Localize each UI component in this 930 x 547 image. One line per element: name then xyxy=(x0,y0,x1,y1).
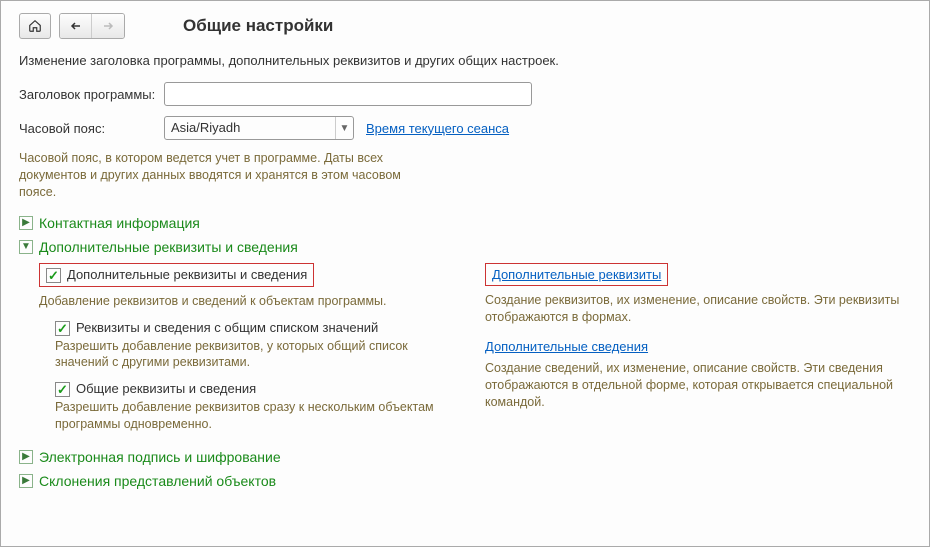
back-button[interactable] xyxy=(60,14,92,38)
chevron-down-icon[interactable]: ▼ xyxy=(335,117,353,139)
extra-left-col: Дополнительные реквизиты и сведения Доба… xyxy=(19,263,445,443)
checkbox-main-label: Дополнительные реквизиты и сведения xyxy=(67,267,307,282)
expand-icon: ▶ xyxy=(19,450,33,464)
expand-icon: ▶ xyxy=(19,474,33,488)
extra-info-hint: Создание сведений, их изменение, описани… xyxy=(485,360,905,411)
timezone-row: Часовой пояс: Asia/Riyadh ▼ Время текуще… xyxy=(19,116,911,140)
extra-info-link[interactable]: Дополнительные сведения xyxy=(485,339,648,354)
checkbox-shared[interactable] xyxy=(55,321,70,336)
checkbox-main[interactable] xyxy=(46,268,61,283)
app-title-label: Заголовок программы: xyxy=(19,87,164,102)
forward-button[interactable] xyxy=(92,14,124,38)
timezone-hint: Часовой пояс, в котором ведется учет в п… xyxy=(19,150,419,201)
section-declension[interactable]: ▶ Склонения представлений объектов xyxy=(19,473,911,489)
arrow-right-icon xyxy=(101,20,115,32)
section-extra-title: Дополнительные реквизиты и сведения xyxy=(39,239,298,255)
checkbox-shared-label: Реквизиты и сведения с общим списком зна… xyxy=(76,320,378,335)
home-icon xyxy=(28,19,42,33)
section-esign[interactable]: ▶ Электронная подпись и шифрование xyxy=(19,449,911,465)
extra-props-link[interactable]: Дополнительные реквизиты xyxy=(492,267,661,282)
expand-icon: ▶ xyxy=(19,216,33,230)
nav-group xyxy=(59,13,125,39)
checkbox-main-hint: Добавление реквизитов и сведений к объек… xyxy=(39,293,445,310)
extra-right-col: Дополнительные реквизиты Создание реквиз… xyxy=(485,263,911,443)
extra-content: Дополнительные реквизиты и сведения Доба… xyxy=(19,263,911,443)
collapse-icon: ▼ xyxy=(19,240,33,254)
toolbar: Общие настройки xyxy=(19,13,911,39)
arrow-left-icon xyxy=(69,20,83,32)
page-description: Изменение заголовка программы, дополните… xyxy=(19,53,911,68)
highlight-main-checkbox: Дополнительные реквизиты и сведения xyxy=(39,263,314,287)
section-contact[interactable]: ▶ Контактная информация xyxy=(19,215,911,231)
home-button[interactable] xyxy=(19,13,51,39)
checkbox-common[interactable] xyxy=(55,382,70,397)
section-extra[interactable]: ▼ Дополнительные реквизиты и сведения xyxy=(19,239,911,255)
extra-props-hint: Создание реквизитов, их изменение, описа… xyxy=(485,292,905,326)
checkbox-common-label: Общие реквизиты и сведения xyxy=(76,381,256,396)
highlight-props-link: Дополнительные реквизиты xyxy=(485,263,668,286)
timezone-value: Asia/Riyadh xyxy=(165,117,335,139)
section-esign-title: Электронная подпись и шифрование xyxy=(39,449,281,465)
checkbox-shared-hint: Разрешить добавление реквизитов, у котор… xyxy=(55,338,435,372)
timezone-label: Часовой пояс: xyxy=(19,121,164,136)
page-title: Общие настройки xyxy=(183,16,333,36)
section-declension-title: Склонения представлений объектов xyxy=(39,473,276,489)
app-title-input[interactable] xyxy=(164,82,532,106)
timezone-select[interactable]: Asia/Riyadh ▼ xyxy=(164,116,354,140)
session-time-link[interactable]: Время текущего сеанса xyxy=(366,121,509,136)
app-title-row: Заголовок программы: xyxy=(19,82,911,106)
section-contact-title: Контактная информация xyxy=(39,215,200,231)
checkbox-common-hint: Разрешить добавление реквизитов сразу к … xyxy=(55,399,435,433)
